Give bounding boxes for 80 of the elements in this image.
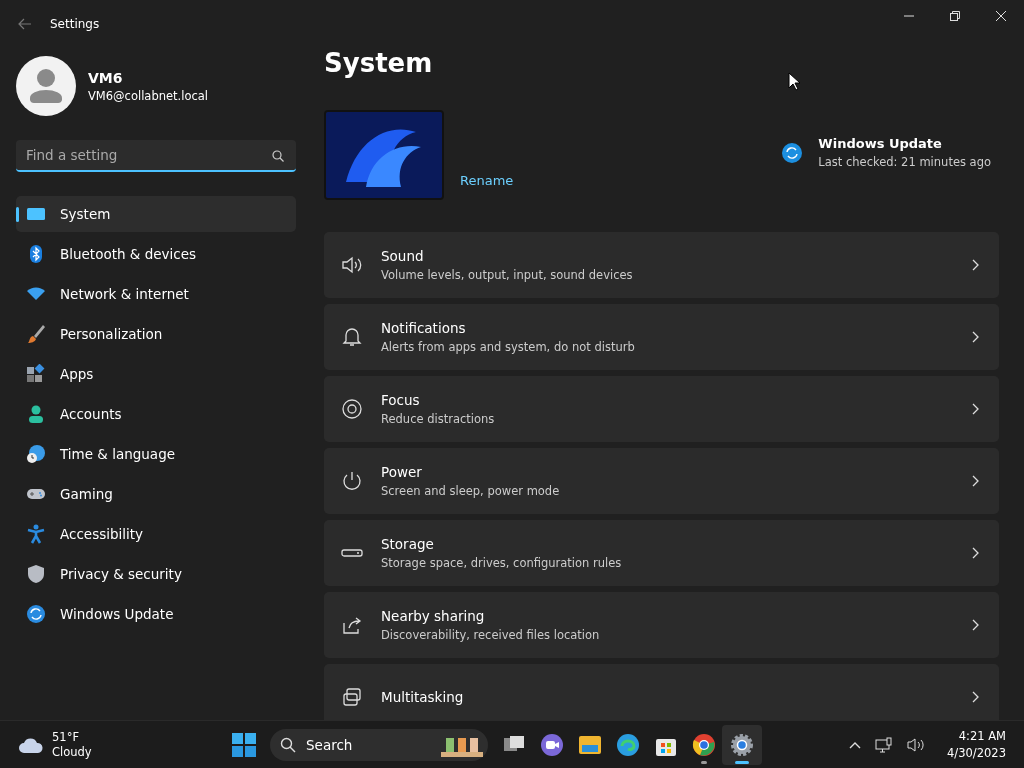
setting-title: Focus <box>381 392 421 408</box>
settings-row[interactable]: Focus Reduce distractions <box>324 376 999 442</box>
setting-description: Alerts from apps and system, do not disturb <box>381 340 636 354</box>
nav-item[interactable]: Accessibility <box>16 516 296 552</box>
setting-description: Reduce distractions <box>381 412 496 426</box>
nav-item[interactable]: System <box>16 196 296 232</box>
setting-title: Sound <box>381 248 425 264</box>
search-icon <box>280 736 296 753</box>
chevron-up-icon[interactable] <box>849 740 862 749</box>
app-icon <box>540 732 564 757</box>
nav-item[interactable]: Gaming <box>16 476 296 512</box>
setting-title: Power <box>381 464 423 480</box>
chevron-icon <box>972 547 979 559</box>
nav-item[interactable]: Network & internet <box>16 276 296 312</box>
page-title: System <box>324 48 433 80</box>
search-field[interactable]: Find a setting <box>16 140 296 172</box>
setting-icon <box>341 686 363 708</box>
setting-description: Discoverability, received files location <box>381 628 601 642</box>
chevron-icon <box>972 475 979 487</box>
nav-icon <box>26 604 46 624</box>
setting-title: Notifications <box>381 320 467 336</box>
app-icon <box>616 732 640 757</box>
chevron-icon <box>972 259 979 271</box>
setting-icon <box>341 326 363 348</box>
clock-date[interactable]: 4/30/2023 <box>947 746 1006 760</box>
nav-item[interactable]: Accounts <box>16 396 296 432</box>
nav-item[interactable]: Windows Update <box>16 596 296 632</box>
start-icon[interactable] <box>232 732 256 757</box>
nav-item[interactable]: Apps <box>16 356 296 392</box>
rename-link[interactable]: Rename <box>460 173 514 188</box>
nav-icon <box>26 324 46 344</box>
setting-title: Nearby sharing <box>381 608 486 624</box>
nav-icon <box>26 564 46 584</box>
volume-icon[interactable] <box>907 736 926 753</box>
nav-icon <box>26 444 46 464</box>
mouse-cursor-icon <box>788 72 800 91</box>
setting-title: Multitasking <box>381 689 465 705</box>
window-title: Settings <box>50 17 100 31</box>
taskbar-search[interactable]: Search <box>270 728 488 761</box>
update-title[interactable]: Windows Update <box>818 136 991 151</box>
nav-icon <box>26 364 46 384</box>
chevron-icon <box>972 331 979 343</box>
taskbar-app[interactable] <box>722 724 762 765</box>
user-name: VM6 <box>88 69 124 86</box>
nav-icon <box>26 404 46 424</box>
nav-item[interactable]: Privacy & security <box>16 556 296 592</box>
setting-icon <box>341 470 363 492</box>
sync-icon <box>782 142 803 163</box>
settings-row[interactable]: Nearby sharing Discoverability, received files location <box>324 592 999 658</box>
chevron-icon <box>972 691 979 703</box>
nav-item[interactable]: Time & language <box>16 436 296 472</box>
setting-description: Volume levels, output, input, sound devices <box>381 268 634 282</box>
settings-row[interactable]: Power Screen and sleep, power mode <box>324 448 999 514</box>
nav-item[interactable]: Bluetooth & devices <box>16 236 296 272</box>
app-icon <box>692 732 716 757</box>
temperature: 51°F <box>52 730 80 744</box>
update-status: Last checked: 21 minutes ago <box>818 155 991 169</box>
close-icon[interactable] <box>996 11 1006 21</box>
setting-title: Storage <box>381 536 435 552</box>
chevron-icon <box>972 619 979 631</box>
setting-icon <box>341 254 363 276</box>
search-icon <box>272 150 284 162</box>
app-icon <box>730 732 754 757</box>
settings-row[interactable]: Notifications Alerts from apps and system, do not disturb <box>324 304 999 370</box>
setting-description: Storage space, drives, configuration rules <box>381 556 623 570</box>
network-icon[interactable] <box>875 736 894 753</box>
chevron-icon <box>972 403 979 415</box>
settings-row[interactable]: Sound Volume levels, output, input, sound devices <box>324 232 999 298</box>
nav-icon <box>26 524 46 544</box>
weather-condition: Cloudy <box>52 745 92 759</box>
setting-description: Screen and sleep, power mode <box>381 484 561 498</box>
settings-row[interactable]: Storage Storage space, drives, configuration rules <box>324 520 999 586</box>
restore-icon[interactable] <box>950 11 960 21</box>
settings-row[interactable]: Multitasking <box>324 664 999 720</box>
back-icon[interactable] <box>18 18 32 30</box>
user-email: VM6@collabnet.local <box>88 88 209 103</box>
avatar-icon <box>16 56 76 116</box>
clock-time[interactable]: 4:21 AM <box>958 729 1006 743</box>
setting-icon <box>341 398 363 420</box>
nav-item[interactable]: Personalization <box>16 316 296 352</box>
